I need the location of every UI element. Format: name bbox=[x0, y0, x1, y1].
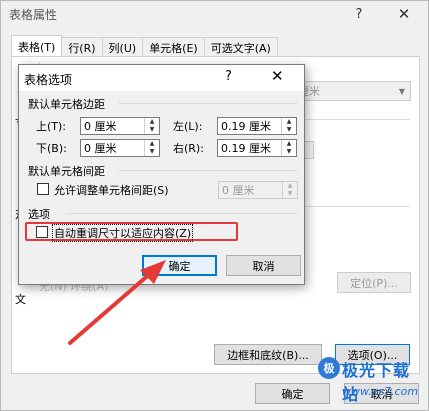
tab-column[interactable]: 列(U) bbox=[101, 37, 144, 57]
window-title: 表格属性 bbox=[9, 8, 58, 22]
left-margin-value: 0.19 厘米 bbox=[221, 120, 271, 133]
spinner-arrows-icon[interactable]: ▲ ▼ bbox=[281, 140, 296, 156]
help-icon[interactable]: ? bbox=[225, 69, 232, 84]
right-margin-spinner[interactable]: 0.19 厘米 ▲ ▼ bbox=[217, 139, 297, 157]
autofit-label[interactable]: 自动重调尺寸以适应内容(Z) bbox=[52, 224, 194, 242]
spinner-arrows-icon: ▲ ▼ bbox=[282, 182, 297, 198]
watermark-logo-icon: 极 bbox=[318, 357, 340, 379]
spacing-section-label: 默认单元格间距 bbox=[28, 165, 105, 178]
top-margin-value: 0 厘米 bbox=[84, 120, 117, 133]
dialog-cancel-button[interactable]: 取消 bbox=[226, 255, 301, 276]
right-margin-value: 0.19 厘米 bbox=[221, 142, 271, 155]
watermark: 极 极光下载站 www.xz7.com bbox=[318, 357, 424, 407]
right-margin-label: 右(R): bbox=[173, 142, 204, 155]
spinner-arrows-icon[interactable]: ▲ ▼ bbox=[144, 140, 159, 156]
left-margin-label: 左(L): bbox=[173, 120, 203, 133]
spacing-spinner: 0 厘米 ▲ ▼ bbox=[218, 181, 298, 199]
left-margin-spinner[interactable]: 0.19 厘米 ▲ ▼ bbox=[217, 117, 297, 135]
dialog-titlebar: 表格选项 ? ✕ bbox=[19, 65, 304, 91]
bottom-margin-spinner[interactable]: 0 厘米 ▲ ▼ bbox=[80, 139, 160, 157]
autofit-checkbox[interactable] bbox=[36, 226, 48, 238]
close-icon[interactable]: ✕ bbox=[271, 67, 284, 85]
partial-label: 文 bbox=[15, 293, 26, 306]
spinner-arrows-icon[interactable]: ▲ ▼ bbox=[144, 118, 159, 134]
divider bbox=[118, 170, 298, 171]
tab-row[interactable]: 行(R) bbox=[61, 37, 103, 57]
position-button[interactable]: 定位(P)... bbox=[337, 272, 411, 293]
close-icon[interactable]: ✕ bbox=[389, 1, 419, 27]
divider bbox=[66, 213, 298, 214]
top-margin-spinner[interactable]: 0 厘米 ▲ ▼ bbox=[80, 117, 160, 135]
divider bbox=[306, 119, 410, 120]
margins-section-label: 默认单元格边距 bbox=[28, 98, 105, 111]
allow-spacing-label[interactable]: 允许调整单元格间距(S) bbox=[54, 182, 169, 198]
tab-table[interactable]: 表格(T) bbox=[11, 35, 63, 57]
partial-button[interactable] bbox=[304, 141, 314, 159]
tab-cell[interactable]: 单元格(E) bbox=[142, 37, 205, 57]
allow-spacing-checkbox[interactable] bbox=[37, 183, 49, 195]
options-section-label: 选项 bbox=[28, 208, 50, 221]
bottom-margin-value: 0 厘米 bbox=[84, 142, 117, 155]
spinner-arrows-icon[interactable]: ▲ ▼ bbox=[281, 118, 296, 134]
tab-alt-text[interactable]: 可选文字(A) bbox=[203, 37, 278, 57]
borders-shading-button[interactable]: 边框和底纹(B)... bbox=[214, 344, 322, 365]
watermark-url: www.xz7.com bbox=[342, 385, 419, 398]
dialog-title: 表格选项 bbox=[24, 73, 73, 87]
dialog-ok-button[interactable]: 确定 bbox=[142, 255, 217, 276]
spacing-value: 0 厘米 bbox=[222, 184, 255, 197]
tab-bar: 表格(T) 行(R) 列(U) 单元格(E) 可选文字(A) bbox=[11, 35, 278, 57]
top-margin-label: 上(T): bbox=[36, 120, 67, 133]
chevron-down-icon: ▼ bbox=[398, 86, 406, 96]
divider bbox=[118, 103, 298, 104]
bottom-margin-label: 下(B): bbox=[36, 142, 67, 155]
divider bbox=[306, 206, 410, 207]
help-icon[interactable]: ? bbox=[344, 1, 374, 27]
